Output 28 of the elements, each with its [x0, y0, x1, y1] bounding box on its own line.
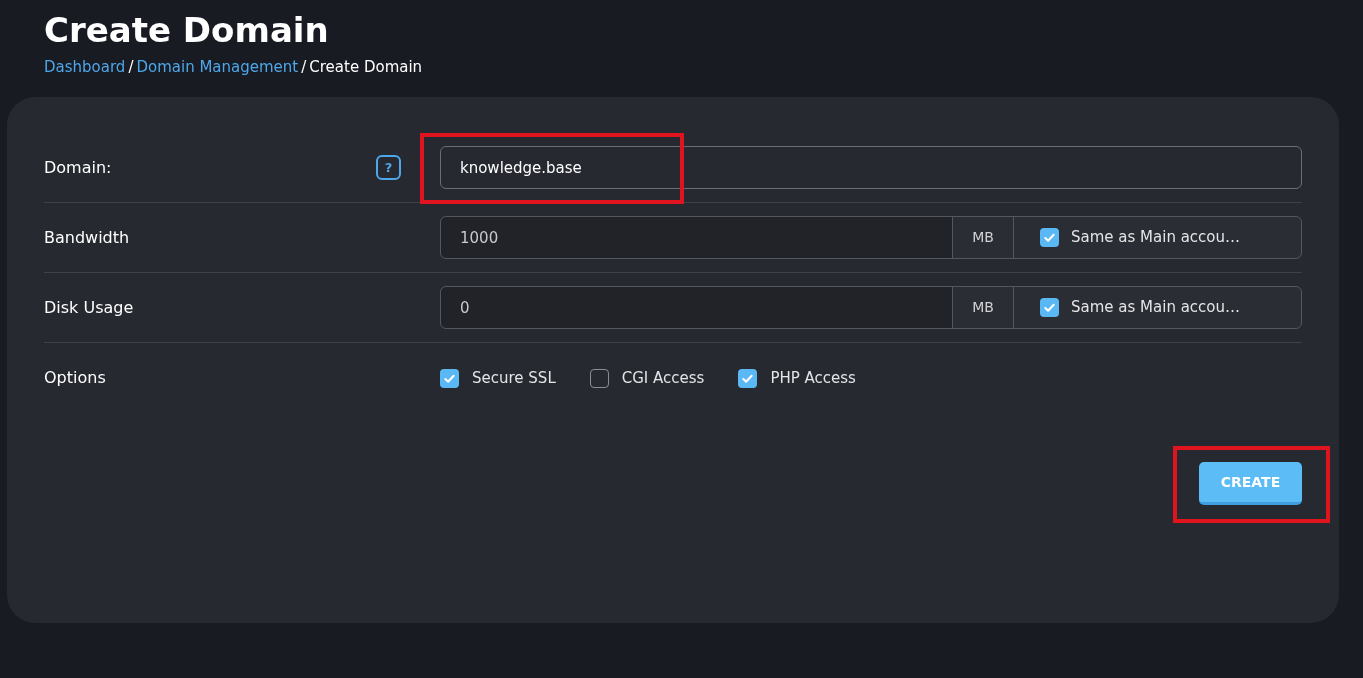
field-label: Disk Usage [44, 296, 134, 319]
field-label: Domain: [44, 156, 112, 179]
breadcrumb-link[interactable]: Dashboard [44, 56, 126, 79]
checkbox[interactable] [738, 368, 758, 388]
breadcrumb-current: Create Domain [309, 57, 423, 78]
checkbox[interactable] [589, 368, 609, 388]
checkbox-label: PHP Access [770, 367, 856, 389]
checkbox[interactable] [1040, 228, 1059, 247]
check-icon [1043, 301, 1056, 314]
unit-label: MB [952, 287, 1014, 328]
checkbox-label: CGI Access [621, 367, 705, 389]
field-label: Bandwidth [44, 226, 130, 249]
checkbox-label: Same as Main accou… [1071, 297, 1241, 319]
checkbox[interactable] [440, 368, 459, 388]
domain-input[interactable]: knowledge.base [440, 146, 1302, 189]
field-label: Options [44, 367, 106, 389]
breadcrumb-separator: / [128, 57, 134, 78]
checkbox[interactable] [1040, 298, 1059, 317]
quota-input[interactable]: 1000 [441, 217, 952, 258]
check-icon [1043, 231, 1056, 244]
breadcrumb-separator: / [301, 57, 307, 78]
breadcrumb-link[interactable]: Domain Management [136, 56, 299, 79]
quota-input[interactable]: 0 [441, 287, 952, 328]
help-button[interactable]: ? [376, 155, 401, 180]
page-title: Create Domain [44, 9, 330, 52]
checkbox-label: Same as Main accou… [1071, 227, 1241, 249]
checkbox-label: Secure SSL [472, 367, 556, 389]
unit-label: MB [952, 217, 1014, 258]
